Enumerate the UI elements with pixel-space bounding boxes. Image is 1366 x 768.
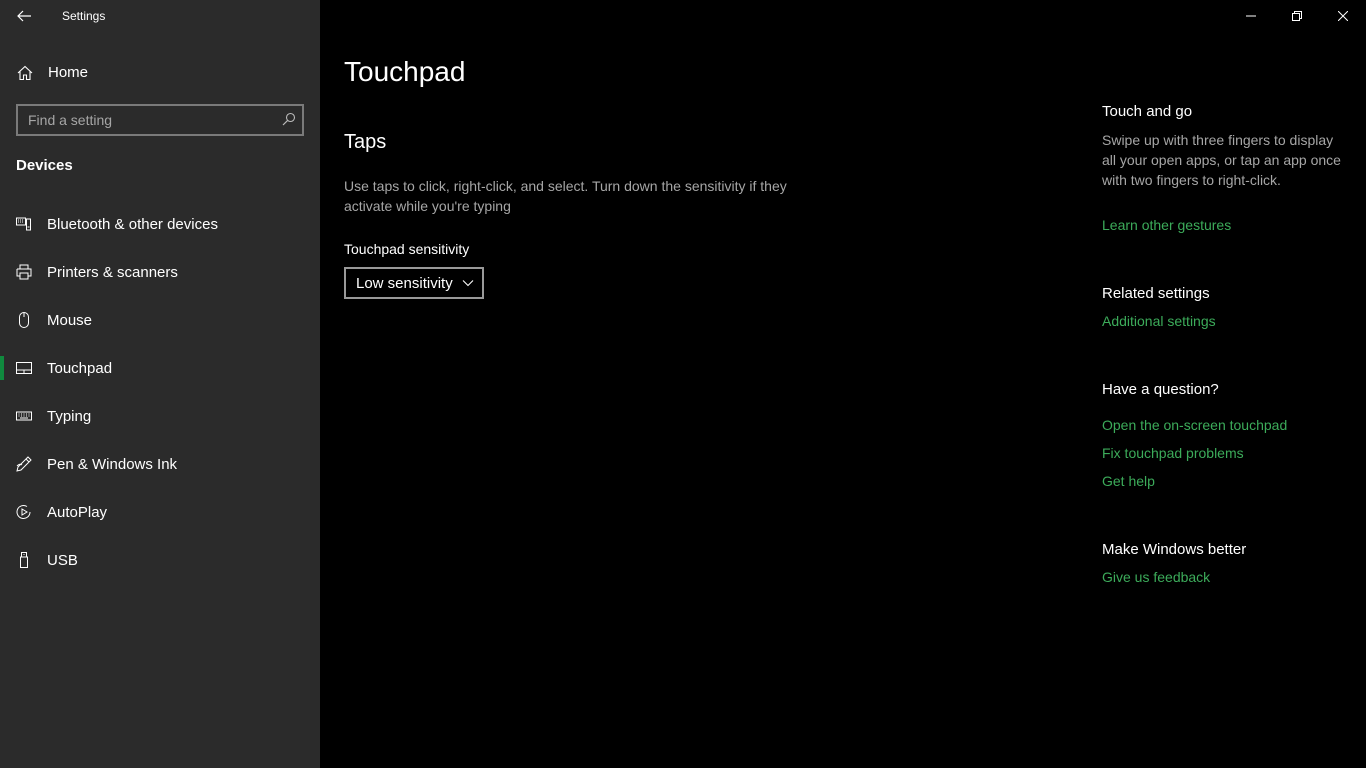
section-heading: Devices [16, 157, 73, 174]
learn-gestures-link[interactable]: Learn other gestures [1102, 217, 1231, 233]
page-title: Touchpad [344, 56, 466, 87]
usb-icon [20, 552, 28, 568]
sensitivity-label: Touchpad sensitivity [344, 241, 470, 257]
additional-settings-link[interactable]: Additional settings [1102, 313, 1216, 329]
printer-icon [16, 264, 32, 280]
sidebar-item-label: AutoPlay [47, 504, 108, 521]
sidebar-item-label: Pen & Windows Ink [47, 456, 178, 473]
home-nav-item[interactable]: Home [0, 56, 320, 90]
related-settings-heading: Related settings [1102, 285, 1210, 302]
chevron-down-icon [462, 280, 474, 287]
sidebar-item-label: Touchpad [47, 360, 113, 377]
touch-and-go-heading: Touch and go [1102, 103, 1193, 120]
touchpad-icon [16, 362, 32, 374]
sidebar-item-label: Bluetooth & other devices [47, 216, 218, 233]
make-windows-better-heading: Make Windows better [1102, 541, 1247, 558]
back-arrow-icon [17, 10, 31, 22]
taps-description: Use taps to click, right-click, and sele… [344, 178, 787, 214]
taps-heading: Taps [344, 131, 387, 153]
app-title: Settings [62, 9, 106, 23]
minimize-icon [1246, 15, 1256, 17]
sidebar-item-label: USB [47, 552, 78, 569]
close-button[interactable] [1320, 0, 1366, 32]
pen-icon [16, 456, 32, 472]
keyboard-icon [16, 411, 32, 421]
search-input[interactable] [18, 106, 268, 134]
feedback-link[interactable]: Give us feedback [1102, 569, 1210, 585]
minimize-button[interactable] [1228, 0, 1274, 32]
back-button[interactable] [8, 4, 40, 28]
get-help-link[interactable]: Get help [1102, 473, 1155, 489]
sidebar: Settings Home Devices Bluetooth & other … [0, 0, 320, 768]
question-heading: Have a question? [1102, 381, 1219, 398]
home-label: Home [48, 64, 89, 81]
close-icon [1338, 11, 1348, 21]
fix-touchpad-link[interactable]: Fix touchpad problems [1102, 445, 1244, 461]
onscreen-touchpad-link[interactable]: Open the on-screen touchpad [1102, 417, 1287, 433]
search-icon[interactable] [282, 112, 296, 126]
sensitivity-value: Low sensitivity [356, 275, 453, 292]
sensitivity-dropdown[interactable]: Low sensitivity [344, 267, 484, 299]
mouse-icon [19, 312, 29, 328]
autoplay-icon [16, 504, 31, 519]
restore-icon [1292, 11, 1302, 21]
nav-list: Bluetooth & other devices Printers & sca… [0, 200, 320, 584]
search-box [16, 104, 304, 136]
sidebar-item-autoplay[interactable]: AutoPlay [0, 488, 320, 536]
sidebar-item-label: Printers & scanners [47, 264, 178, 281]
sidebar-item-label: Typing [47, 408, 92, 425]
sidebar-item-touchpad[interactable]: Touchpad [0, 344, 320, 392]
touch-and-go-text: Swipe up with three fingers to display a… [1102, 132, 1341, 188]
sidebar-item-pen[interactable]: Pen & Windows Ink [0, 440, 320, 488]
sidebar-item-printers[interactable]: Printers & scanners [0, 248, 320, 296]
sidebar-item-typing[interactable]: Typing [0, 392, 320, 440]
sidebar-item-bluetooth[interactable]: Bluetooth & other devices [0, 200, 320, 248]
restore-button[interactable] [1274, 0, 1320, 32]
sidebar-item-usb[interactable]: USB [0, 536, 320, 584]
home-icon [17, 65, 33, 81]
bluetooth-devices-icon [16, 217, 31, 231]
title-bar: Settings [0, 0, 320, 32]
sidebar-item-label: Mouse [47, 312, 93, 329]
sidebar-item-mouse[interactable]: Mouse [0, 296, 320, 344]
